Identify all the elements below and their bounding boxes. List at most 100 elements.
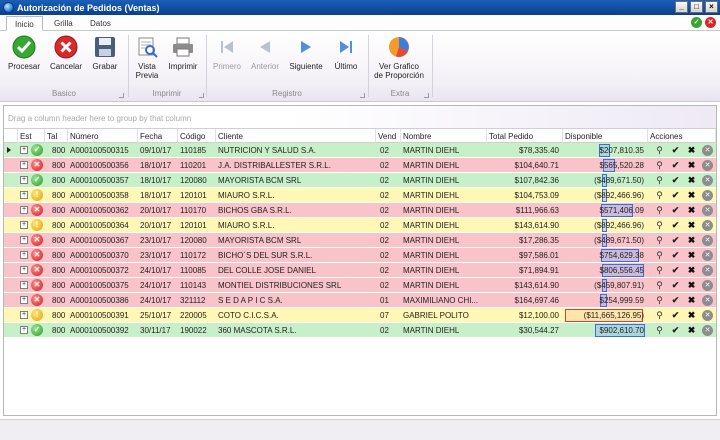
cancel-circle-icon[interactable]: ✕ [702, 325, 713, 336]
table-row[interactable]: + ✕ 800 A000100500372 24/10/17 110085 DEL COLL… [4, 263, 716, 278]
cancel-circle-icon[interactable]: ✕ [702, 205, 713, 216]
tab-grilla[interactable]: Grilla [46, 16, 81, 31]
expand-row-icon[interactable]: + [20, 281, 28, 289]
cancel-circle-icon[interactable]: ✕ [702, 220, 713, 231]
reject-icon[interactable]: ✖ [686, 145, 697, 156]
reject-icon[interactable]: ✖ [686, 175, 697, 186]
expand-row-icon[interactable]: + [20, 176, 28, 184]
reject-all-icon[interactable]: ✕ [705, 17, 716, 28]
view-detail-icon[interactable]: ⚲ [654, 205, 665, 216]
table-row[interactable]: + ✕ 800 A000100500362 20/10/17 110170 BICHOS G… [4, 203, 716, 218]
header-cliente[interactable]: Cliente [216, 129, 376, 143]
cancel-circle-icon[interactable]: ✕ [702, 295, 713, 306]
siguiente-button[interactable]: Siguiente [286, 35, 326, 71]
header-fecha[interactable]: Fecha [138, 129, 178, 143]
reject-icon[interactable]: ✖ [686, 220, 697, 231]
table-row[interactable]: + ✕ 800 A000100500367 23/10/17 120080 MAYORIST… [4, 233, 716, 248]
table-row[interactable]: +! 800 A000100500364 20/10/17 120101 MIAURO S… [4, 218, 716, 233]
view-detail-icon[interactable]: ⚲ [654, 325, 665, 336]
anterior-button[interactable]: Anterior [248, 35, 282, 71]
header-disponible[interactable]: Disponible [563, 129, 648, 143]
expand-row-icon[interactable]: + [20, 326, 28, 334]
approve-icon[interactable]: ✔ [670, 220, 681, 231]
reject-icon[interactable]: ✖ [686, 295, 697, 306]
view-detail-icon[interactable]: ⚲ [654, 250, 665, 261]
table-row[interactable]: +! 800 A000100500391 25/10/17 220005 COTO C.I… [4, 308, 716, 323]
approve-icon[interactable]: ✔ [670, 295, 681, 306]
group-extra-launcher[interactable] [424, 93, 429, 98]
cancel-circle-icon[interactable]: ✕ [702, 190, 713, 201]
group-imprimir-launcher[interactable] [199, 93, 204, 98]
expand-row-icon[interactable]: + [20, 236, 28, 244]
tab-datos[interactable]: Datos [82, 16, 119, 31]
cancel-circle-icon[interactable]: ✕ [702, 265, 713, 276]
cancel-circle-icon[interactable]: ✕ [702, 280, 713, 291]
approve-icon[interactable]: ✔ [670, 325, 681, 336]
header-numero[interactable]: Número [68, 129, 138, 143]
approve-icon[interactable]: ✔ [670, 265, 681, 276]
header-vend[interactable]: Vend [376, 129, 401, 143]
ver-grafico-button[interactable]: Ver Grafico de Proporción [370, 35, 428, 80]
view-detail-icon[interactable]: ⚲ [654, 310, 665, 321]
tab-inicio[interactable]: Inicio [6, 16, 43, 31]
reject-icon[interactable]: ✖ [686, 250, 697, 261]
grabar-button[interactable]: Grabar [88, 35, 122, 71]
approve-icon[interactable]: ✔ [670, 280, 681, 291]
header-total[interactable]: Total Pedido [487, 129, 563, 143]
expand-row-icon[interactable]: + [20, 266, 28, 274]
table-row[interactable]: +! 800 A000100500358 18/10/17 120101 MIAURO S… [4, 188, 716, 203]
expand-row-icon[interactable]: + [20, 161, 28, 169]
group-by-panel[interactable]: Drag a column header here to group by th… [4, 106, 716, 129]
view-detail-icon[interactable]: ⚲ [654, 160, 665, 171]
header-nombre[interactable]: Nombre [401, 129, 487, 143]
reject-icon[interactable]: ✖ [686, 190, 697, 201]
table-row[interactable]: + ✕ 800 A000100500356 18/10/17 110201 J.A. DIS… [4, 158, 716, 173]
view-detail-icon[interactable]: ⚲ [654, 175, 665, 186]
reject-icon[interactable]: ✖ [686, 280, 697, 291]
view-detail-icon[interactable]: ⚲ [654, 190, 665, 201]
ultimo-button[interactable]: Último [330, 35, 362, 71]
approve-icon[interactable]: ✔ [670, 145, 681, 156]
header-est[interactable]: Est [18, 129, 45, 143]
view-detail-icon[interactable]: ⚲ [654, 280, 665, 291]
maximize-button[interactable]: □ [690, 1, 703, 13]
close-window-button[interactable]: × [705, 1, 718, 13]
table-row[interactable]: + ✕ 800 A000100500375 24/10/17 110143 MONTIEL … [4, 278, 716, 293]
expand-row-icon[interactable]: + [20, 251, 28, 259]
approve-icon[interactable]: ✔ [670, 310, 681, 321]
approve-icon[interactable]: ✔ [670, 250, 681, 261]
approve-icon[interactable]: ✔ [670, 160, 681, 171]
table-row[interactable]: + ✕ 800 A000100500370 23/10/17 110172 BICHO´S … [4, 248, 716, 263]
expand-row-icon[interactable]: + [20, 191, 28, 199]
reject-icon[interactable]: ✖ [686, 265, 697, 276]
approve-icon[interactable]: ✔ [670, 175, 681, 186]
cancelar-button[interactable]: Cancelar [48, 35, 84, 71]
reject-icon[interactable]: ✖ [686, 325, 697, 336]
reject-icon[interactable]: ✖ [686, 235, 697, 246]
view-detail-icon[interactable]: ⚲ [654, 220, 665, 231]
approve-icon[interactable]: ✔ [670, 205, 681, 216]
cancel-circle-icon[interactable]: ✕ [702, 145, 713, 156]
procesar-button[interactable]: Procesar [6, 35, 42, 71]
expand-row-icon[interactable]: + [20, 206, 28, 214]
cancel-circle-icon[interactable]: ✕ [702, 310, 713, 321]
table-row[interactable]: + ✕ 800 A000100500386 24/10/17 321112 S E D A … [4, 293, 716, 308]
cancel-circle-icon[interactable]: ✕ [702, 235, 713, 246]
header-tal[interactable]: Tal [45, 129, 68, 143]
expand-row-icon[interactable]: + [20, 311, 28, 319]
approve-icon[interactable]: ✔ [670, 235, 681, 246]
group-registro-launcher[interactable] [360, 93, 365, 98]
reject-icon[interactable]: ✖ [686, 205, 697, 216]
minimize-button[interactable]: _ [675, 1, 688, 13]
approve-icon[interactable]: ✔ [670, 190, 681, 201]
table-row[interactable]: + ✓ 800 A000100500392 30/11/17 190022 360 MASC… [4, 323, 716, 338]
group-basico-launcher[interactable] [119, 93, 124, 98]
view-detail-icon[interactable]: ⚲ [654, 295, 665, 306]
cancel-circle-icon[interactable]: ✕ [702, 175, 713, 186]
view-detail-icon[interactable]: ⚲ [654, 235, 665, 246]
accept-all-icon[interactable]: ✓ [691, 17, 702, 28]
cancel-circle-icon[interactable]: ✕ [702, 160, 713, 171]
expand-row-icon[interactable]: + [20, 221, 28, 229]
table-row[interactable]: + ✓ 800 A000100500357 18/10/17 120080 MAYORIST… [4, 173, 716, 188]
expand-row-icon[interactable]: + [20, 146, 28, 154]
